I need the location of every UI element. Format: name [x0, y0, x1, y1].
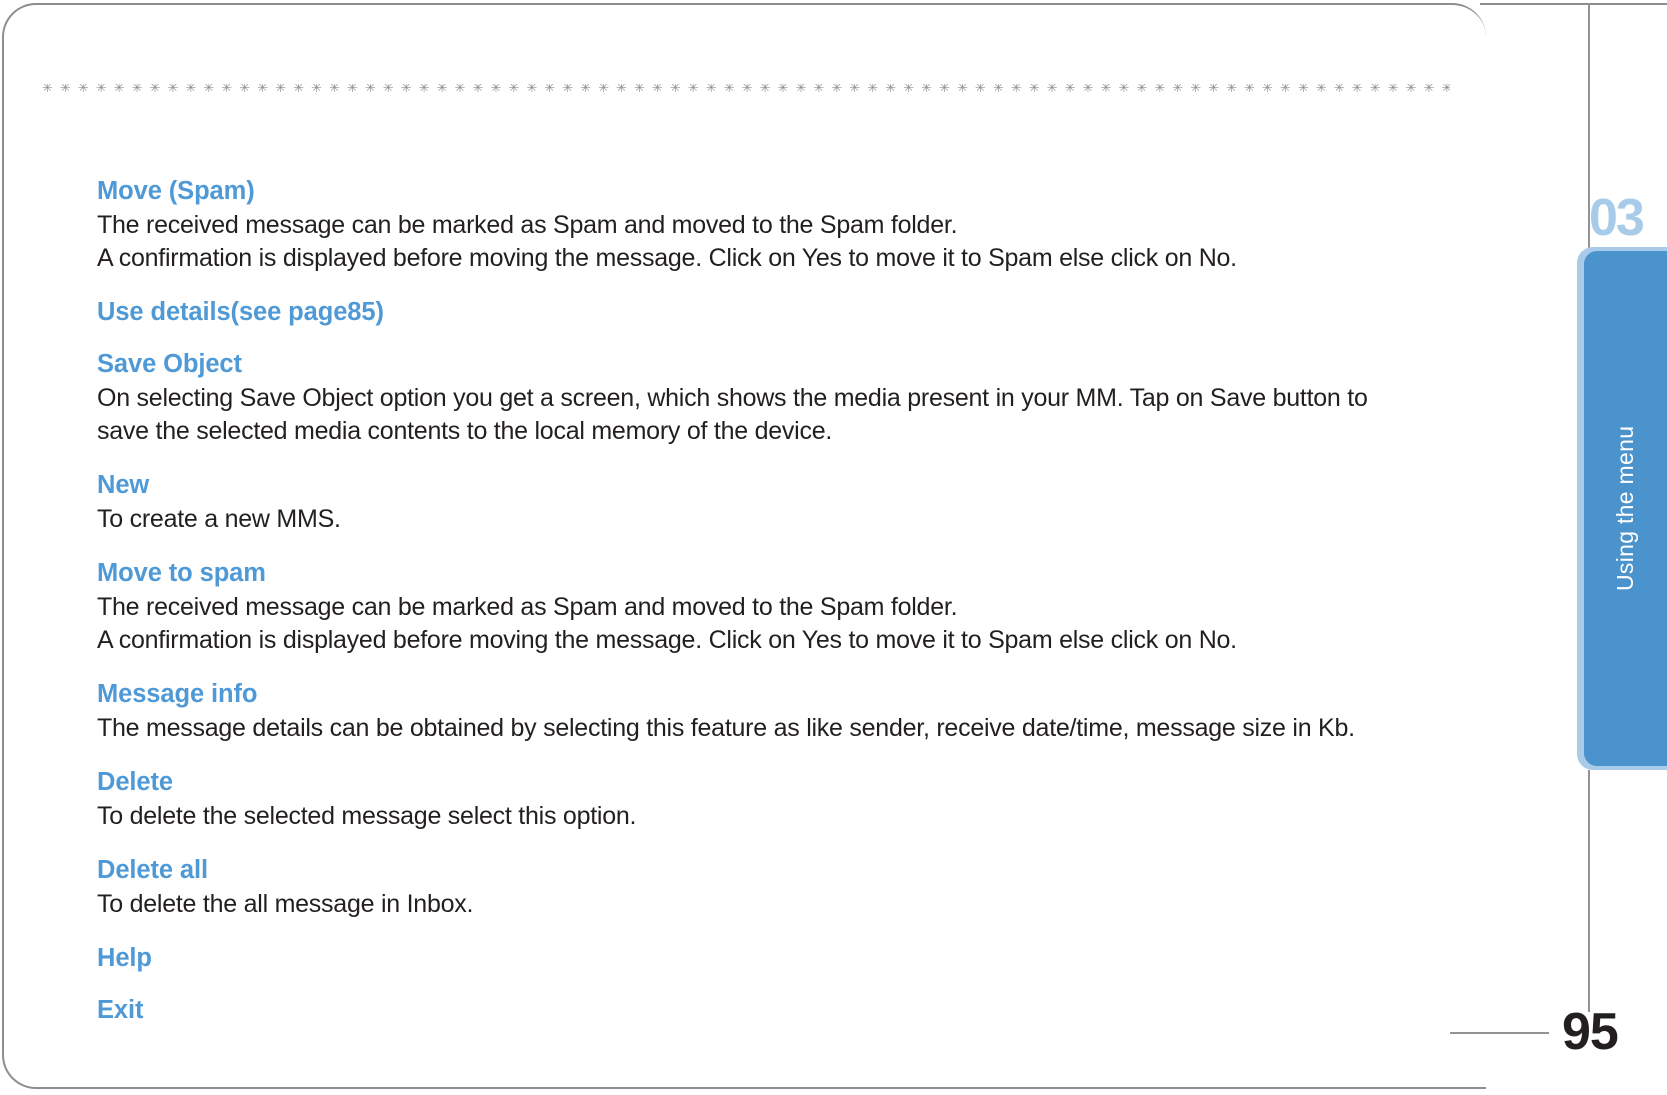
section-heading: Move (Spam)	[97, 177, 255, 205]
section: Move to spam The received message can be …	[97, 558, 1407, 657]
section: Save Object On selecting Save Object opti…	[97, 349, 1407, 448]
section-body-line: The received message can be marked as Sp…	[97, 211, 958, 239]
section-heading: Save Object	[97, 350, 242, 378]
decorative-dotted-rule: ✳✳✳✳✳✳✳✳✳✳✳✳✳✳✳✳✳✳✳✳✳✳✳✳✳✳✳✳✳✳✳✳✳✳✳✳✳✳✳✳…	[42, 84, 1450, 94]
chapter-number: 03	[1589, 189, 1645, 247]
page-border-top-extension	[1480, 3, 1667, 5]
page-number: 95	[1562, 1003, 1619, 1061]
section: Delete all To delete the all message in I…	[97, 855, 1407, 921]
section-body-line: A confirmation is displayed before movin…	[97, 244, 1237, 272]
section-heading: Exit	[97, 996, 144, 1024]
section-heading: Message info	[97, 680, 258, 708]
section-heading: Use details(see page85)	[97, 298, 384, 326]
section: Message info The message details can be o…	[97, 679, 1407, 745]
section-body-line: To create a new MMS.	[97, 505, 341, 533]
section-heading: New	[97, 471, 150, 499]
section-body-line: To delete the all message in Inbox.	[97, 890, 474, 918]
section: Move (Spam) The received message can be m…	[97, 176, 1407, 275]
page-number-rule	[1450, 1032, 1549, 1034]
right-margin-rule-bottom	[1588, 770, 1590, 1012]
chapter-tab-label: Using the menu	[1612, 425, 1638, 592]
section: Exit	[97, 995, 1407, 1025]
section-body-line: The message details can be obtained by s…	[97, 714, 1355, 742]
manual-page: ✳✳✳✳✳✳✳✳✳✳✳✳✳✳✳✳✳✳✳✳✳✳✳✳✳✳✳✳✳✳✳✳✳✳✳✳✳✳✳✳…	[0, 0, 1667, 1095]
section: Use details(see page85)	[97, 297, 1407, 327]
section-heading: Help	[97, 944, 152, 972]
section: Delete To delete the selected message sel…	[97, 767, 1407, 833]
section-body-line: On selecting Save Object option you get …	[97, 384, 1368, 412]
section-heading: Delete	[97, 768, 173, 796]
section-list: Move (Spam) The received message can be m…	[97, 176, 1407, 1025]
section: New To create a new MMS.	[97, 470, 1407, 536]
section-heading: Delete all	[97, 856, 208, 884]
section-heading: Move to spam	[97, 559, 266, 587]
section-body-line: save the selected media contents to the …	[97, 417, 833, 445]
section-body-line: A confirmation is displayed before movin…	[97, 626, 1237, 654]
section-body-line: To delete the selected message select th…	[97, 802, 637, 830]
section: Help	[97, 943, 1407, 973]
section-body-line: The received message can be marked as Sp…	[97, 593, 958, 621]
